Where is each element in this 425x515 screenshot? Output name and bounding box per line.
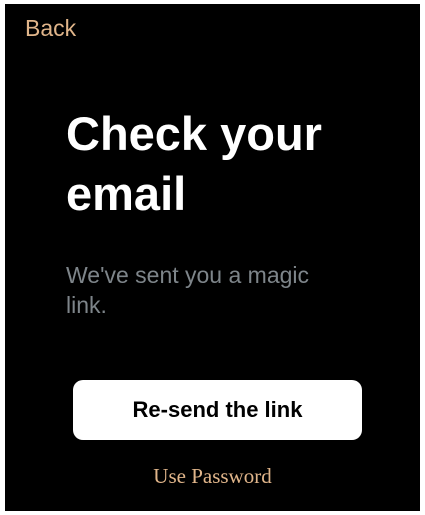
- use-password-link[interactable]: Use Password: [0, 464, 425, 489]
- page-title-line-2: email: [66, 167, 187, 220]
- page-title-line-1: Check your: [66, 107, 322, 160]
- magic-link-message: We've sent you a magic link.: [66, 262, 310, 318]
- check-email-screen: Back Check your email We've sent you a m…: [5, 4, 420, 511]
- resend-link-button[interactable]: Re-send the link: [73, 380, 362, 440]
- page-title: Check your email: [66, 104, 366, 224]
- back-link[interactable]: Back: [25, 15, 76, 43]
